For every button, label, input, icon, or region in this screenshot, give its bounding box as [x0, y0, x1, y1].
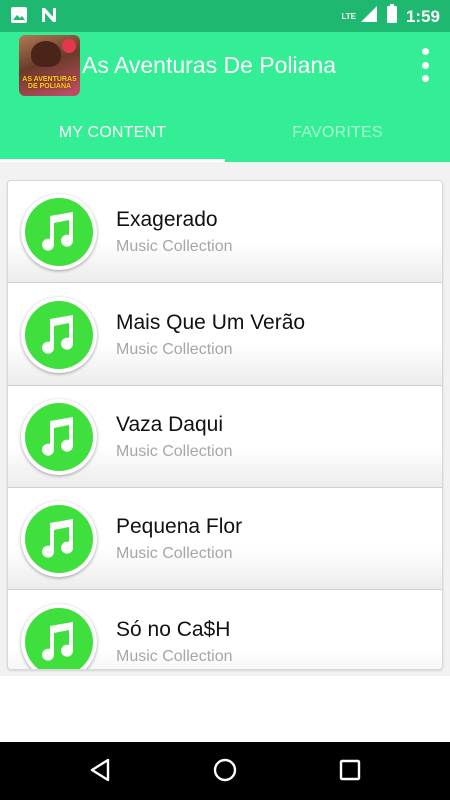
logo-text: AS AVENTURAS DE POLIANA: [22, 76, 77, 90]
list-item[interactable]: Mais Que Um Verão Music Collection: [8, 284, 442, 386]
item-title: Mais Que Um Verão: [116, 311, 306, 334]
item-subtitle: Music Collection: [116, 545, 233, 562]
status-bar: LTE 1:59: [0, 0, 450, 32]
logo-badge-icon: [62, 39, 76, 53]
logo-figure: [31, 41, 61, 67]
recents-icon[interactable]: [336, 756, 364, 789]
list-item[interactable]: Exagerado Music Collection: [8, 181, 442, 283]
item-title: Vaza Daqui: [116, 413, 224, 436]
signal-icon: [360, 4, 378, 29]
content-area: Exagerado Music Collection Mais Que Um V…: [0, 162, 450, 676]
tab-bar: MY CONTENT FAVORITES: [0, 110, 450, 162]
back-icon[interactable]: [86, 756, 114, 789]
list-item[interactable]: Pequena Flor Music Collection: [8, 488, 442, 590]
status-left-icons: [10, 6, 58, 29]
item-subtitle: Music Collection: [116, 341, 233, 358]
music-note-icon: [21, 501, 97, 577]
overflow-menu-icon[interactable]: [418, 48, 432, 82]
app-logo: AS AVENTURAS DE POLIANA: [19, 35, 80, 96]
app-title: As Aventuras De Poliana: [82, 52, 337, 78]
notification-n-icon: [40, 6, 58, 29]
item-subtitle: Music Collection: [116, 648, 233, 665]
app-bar: AS AVENTURAS DE POLIANA As Aventuras De …: [0, 32, 450, 162]
home-icon[interactable]: [211, 756, 239, 789]
list-item[interactable]: Vaza Daqui Music Collection: [8, 386, 442, 488]
music-note-icon: [21, 194, 97, 270]
battery-icon: [386, 4, 398, 29]
music-note-icon: [21, 399, 97, 475]
music-note-icon: [21, 297, 97, 373]
image-icon: [10, 6, 28, 29]
item-subtitle: Music Collection: [116, 238, 233, 255]
music-note-icon: [21, 604, 97, 669]
tab-favorites[interactable]: FAVORITES: [225, 110, 450, 162]
status-right-icons: LTE 1:59: [341, 4, 440, 29]
system-nav-bar: [0, 742, 450, 800]
network-label: LTE: [341, 12, 356, 21]
list-item[interactable]: Só no Ca$H Music Collection: [8, 591, 442, 669]
item-subtitle: Music Collection: [116, 443, 233, 460]
item-title: Exagerado: [116, 208, 218, 231]
item-title: Só no Ca$H: [116, 618, 231, 641]
item-title: Pequena Flor: [116, 515, 243, 538]
status-time: 1:59: [405, 6, 440, 26]
music-list: Exagerado Music Collection Mais Que Um V…: [7, 180, 443, 670]
tab-my-content[interactable]: MY CONTENT: [0, 110, 225, 162]
